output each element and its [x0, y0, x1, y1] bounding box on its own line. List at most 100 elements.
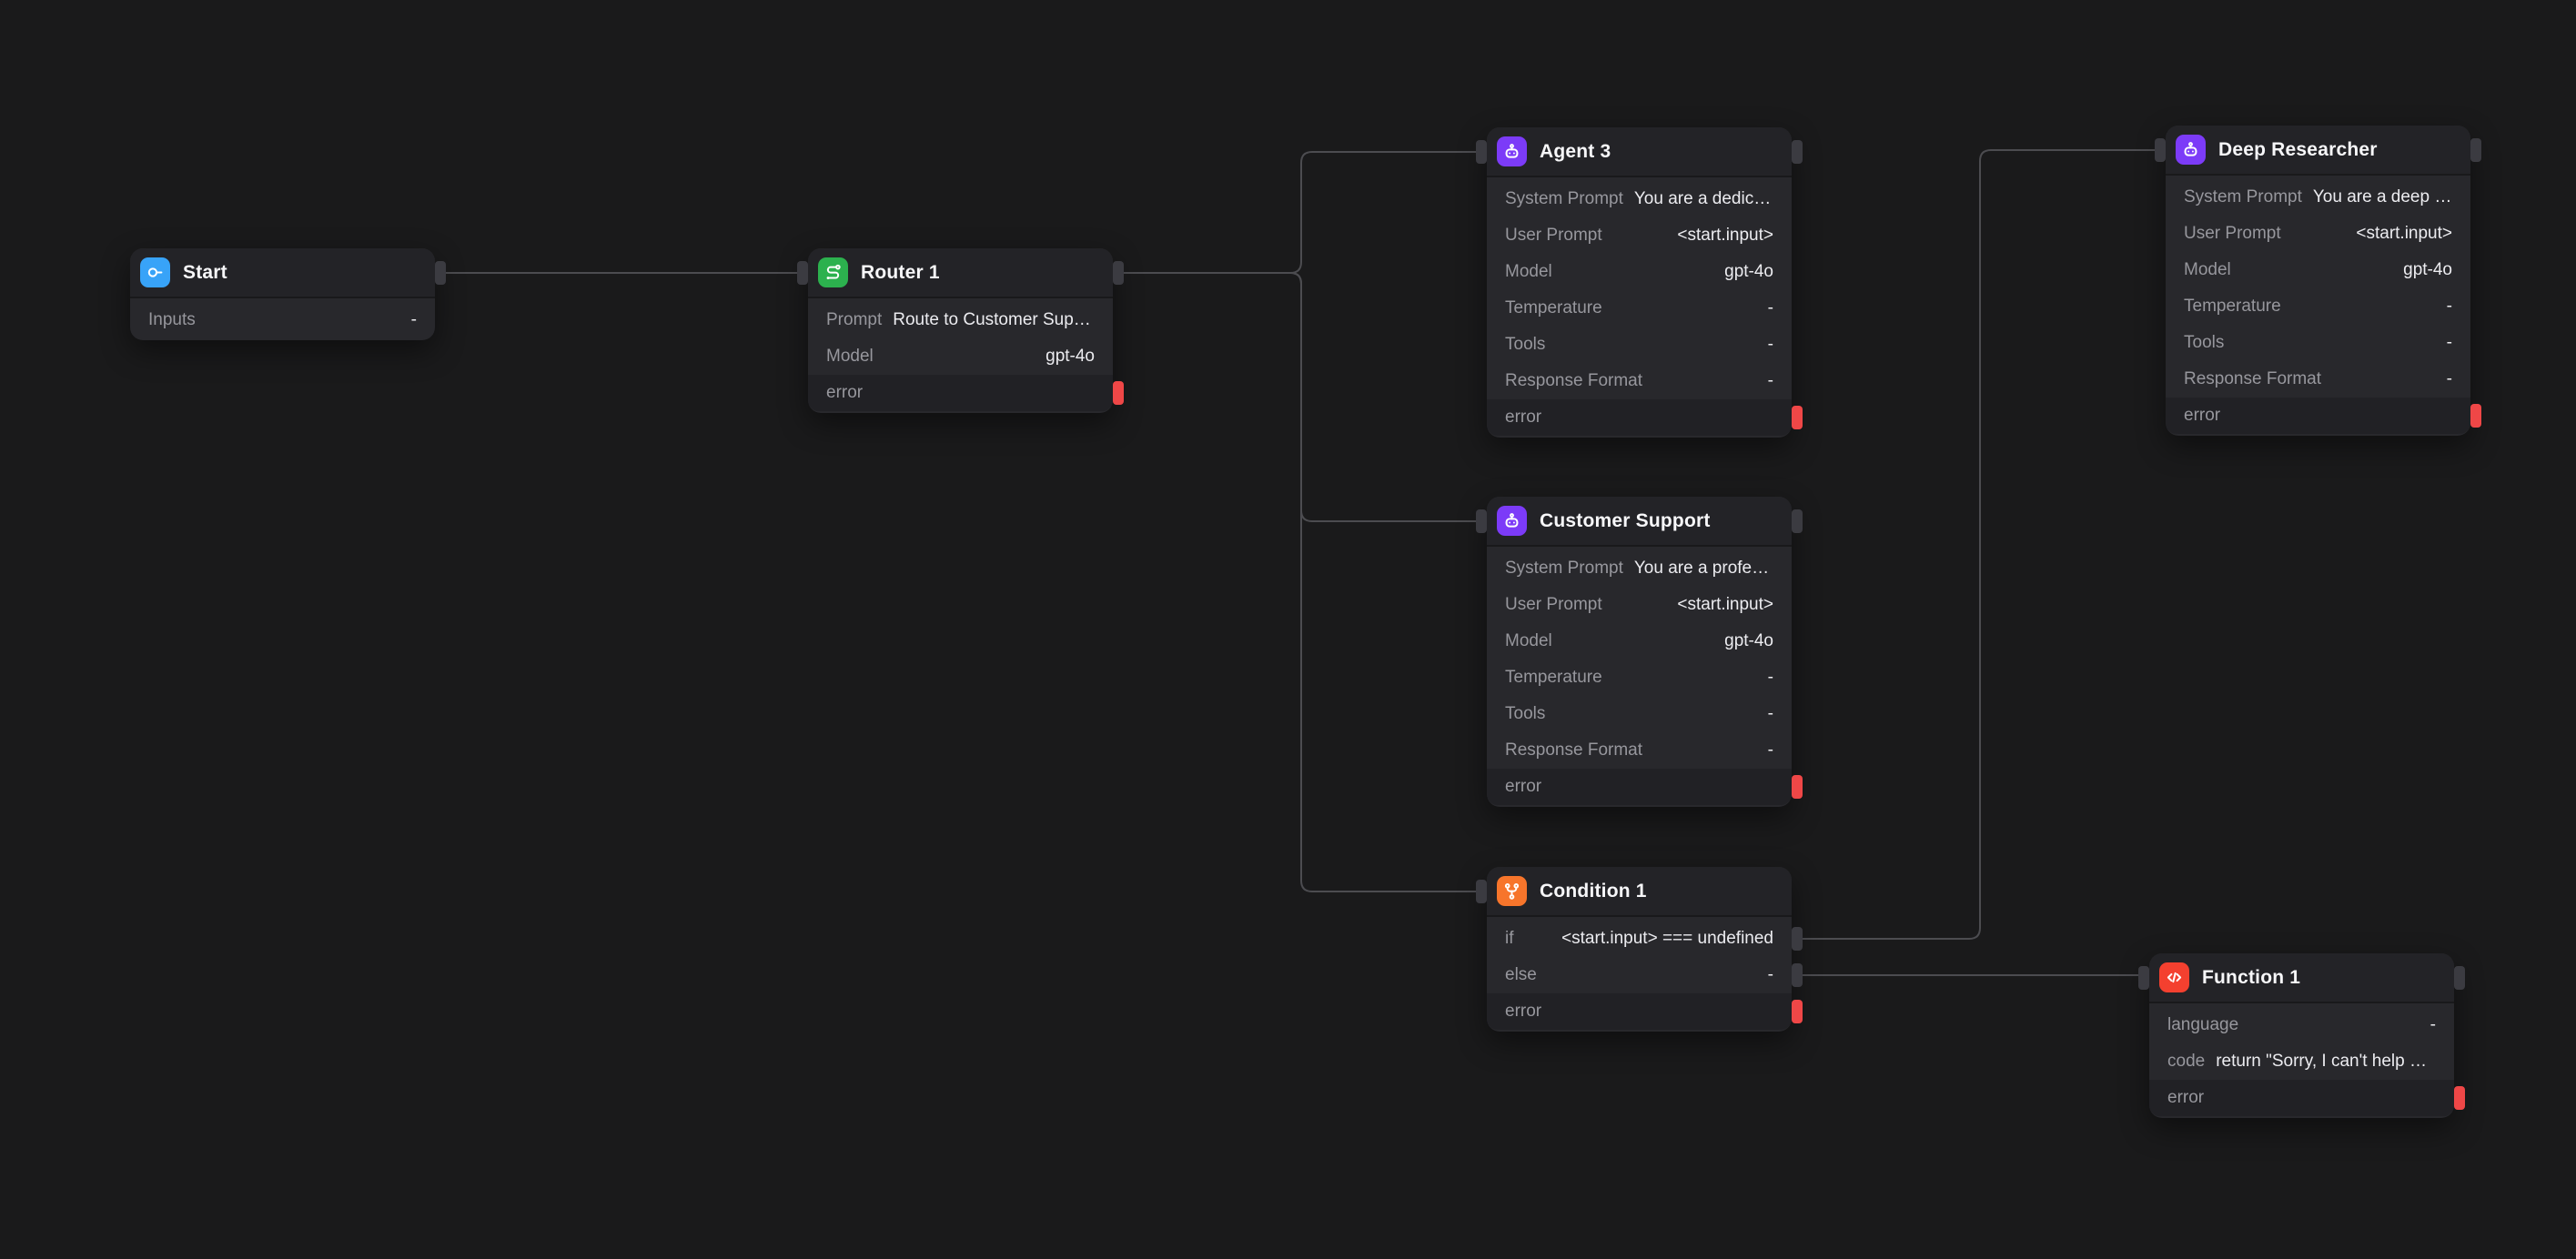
row-model[interactable]: Model gpt-4o [1487, 254, 1792, 290]
node-header-agent-3[interactable]: Agent 3 [1487, 127, 1792, 177]
row-value: gpt-4o [1046, 347, 1095, 367]
input-handle-condition-1[interactable] [1476, 880, 1487, 903]
error-handle-agent-3[interactable] [1792, 406, 1803, 429]
node-header-function-1[interactable]: Function 1 [2149, 953, 2454, 1003]
row-user-prompt[interactable]: User Prompt<start.input> [1487, 587, 1792, 623]
error-handle-deep-researcher[interactable] [2470, 404, 2481, 428]
node-agent-3[interactable]: Agent 3 System PromptYou are a dedicate..… [1487, 127, 1792, 438]
merge-icon [1497, 876, 1527, 906]
row-label: error [2184, 406, 2220, 426]
output-handle-function-1[interactable] [2454, 966, 2465, 990]
node-body-condition-1: if<start.input> === undefinedelse-error [1487, 917, 1792, 1032]
row-error[interactable]: error [1487, 399, 1792, 436]
row-prompt[interactable]: PromptRoute to Customer Suppo... [808, 302, 1113, 338]
edge-router-1-to-customer-support[interactable] [1124, 273, 1486, 521]
row-user-prompt[interactable]: User Prompt<start.input> [1487, 217, 1792, 254]
row-system-prompt[interactable]: System PromptYou are a dedicate... [1487, 181, 1792, 217]
error-handle-customer-support[interactable] [1792, 775, 1803, 799]
node-title: Router 1 [861, 262, 940, 284]
row-label: error [1505, 777, 1541, 797]
flow-canvas[interactable]: Start Inputs- Router 1 PromptRoute to Custo… [0, 0, 2576, 1259]
row-system-prompt[interactable]: System PromptYou are a deep res... [2166, 179, 2470, 216]
row-label: Response Format [1505, 740, 1642, 760]
row-tools[interactable]: Tools - [1487, 696, 1792, 732]
row-value: You are a deep res... [2313, 187, 2452, 207]
edge-condition-1-if-to-deep-researcher[interactable] [1803, 150, 2165, 939]
output-handle-start[interactable] [435, 261, 446, 285]
error-handle-router-1[interactable] [1113, 381, 1124, 405]
row-label: error [1505, 1002, 1541, 1022]
row-inputs[interactable]: Inputs- [130, 302, 435, 338]
node-header-condition-1[interactable]: Condition 1 [1487, 867, 1792, 917]
row-error[interactable]: error [1487, 993, 1792, 1030]
node-header-start[interactable]: Start [130, 248, 435, 298]
input-handle-agent-3[interactable] [1476, 140, 1487, 164]
row-temperature[interactable]: Temperature- [1487, 660, 1792, 696]
row-label: Model [2184, 260, 2231, 280]
row-label: Model [1505, 262, 1552, 282]
node-router-1[interactable]: Router 1 PromptRoute to Customer Suppo...… [808, 248, 1113, 413]
row-user-prompt[interactable]: User Prompt<start.input> [2166, 216, 2470, 252]
node-body-deep-researcher: System PromptYou are a deep res...User P… [2166, 176, 2470, 436]
row-label: User Prompt [1505, 595, 1602, 615]
row-response-format[interactable]: Response Format- [1487, 732, 1792, 769]
row-model[interactable]: Modelgpt-4o [1487, 623, 1792, 660]
row-label: Tools [1505, 704, 1545, 724]
input-handle-deep-researcher[interactable] [2155, 138, 2166, 162]
row-label: language [2167, 1015, 2238, 1035]
row-temperature[interactable]: Temperature- [2166, 288, 2470, 325]
input-handle-customer-support[interactable] [1476, 509, 1487, 533]
row-label: Temperature [1505, 668, 1602, 688]
row-code[interactable]: codereturn "Sorry, I can't help with ... [2149, 1043, 2454, 1080]
row-model[interactable]: Modelgpt-4o [808, 338, 1113, 375]
output-handle-condition-1-else[interactable] [1792, 963, 1803, 987]
row-value: gpt-4o [1724, 262, 1773, 282]
input-handle-router-1[interactable] [797, 261, 808, 285]
node-condition-1[interactable]: Condition 1if<start.input> === undefined… [1487, 867, 1792, 1032]
row-language[interactable]: language- [2149, 1007, 2454, 1043]
output-handle-agent-3[interactable] [1792, 140, 1803, 164]
row-temperature[interactable]: Temperature - [1487, 290, 1792, 327]
row-value: - [1768, 298, 1773, 318]
row-value: You are a dedicate... [1634, 189, 1773, 209]
row-error[interactable]: error [1487, 769, 1792, 805]
row-label: Temperature [1505, 298, 1602, 318]
row-if[interactable]: if<start.input> === undefined [1487, 921, 1792, 957]
output-handle-customer-support[interactable] [1792, 509, 1803, 533]
row-label: error [826, 383, 863, 403]
error-handle-function-1[interactable] [2454, 1086, 2465, 1110]
bot-icon [2176, 135, 2206, 165]
row-tools[interactable]: Tools- [2166, 325, 2470, 361]
row-label: Temperature [2184, 297, 2281, 317]
row-system-prompt[interactable]: System PromptYou are a professio... [1487, 550, 1792, 587]
row-label: error [2167, 1088, 2204, 1108]
node-header-deep-researcher[interactable]: Deep Researcher [2166, 126, 2470, 176]
output-handle-router-1[interactable] [1113, 261, 1124, 285]
error-handle-condition-1[interactable] [1792, 1000, 1803, 1023]
edge-router-1-to-agent-3[interactable] [1124, 152, 1486, 273]
output-handle-condition-1-if[interactable] [1792, 927, 1803, 951]
output-handle-deep-researcher[interactable] [2470, 138, 2481, 162]
node-customer-support[interactable]: Customer SupportSystem PromptYou are a p… [1487, 497, 1792, 807]
row-error[interactable]: error [2166, 398, 2470, 434]
row-label: Response Format [2184, 369, 2321, 389]
row-tools[interactable]: Tools- [1487, 327, 1792, 363]
node-function-1[interactable]: Function 1 language-codereturn "Sorry, I … [2149, 953, 2454, 1118]
node-start[interactable]: Start Inputs- [130, 248, 435, 340]
row-else[interactable]: else- [1487, 957, 1792, 993]
row-label: Model [1505, 631, 1552, 651]
row-response-format[interactable]: Response Format- [2166, 361, 2470, 398]
node-deep-researcher[interactable]: Deep ResearcherSystem PromptYou are a de… [2166, 126, 2470, 436]
code-icon [2159, 962, 2189, 992]
row-model[interactable]: Modelgpt-4o [2166, 252, 2470, 288]
node-body-start: Inputs- [130, 298, 435, 340]
row-error[interactable]: error [2149, 1080, 2454, 1116]
row-error[interactable]: error [808, 375, 1113, 411]
row-value: - [1768, 965, 1773, 985]
input-handle-function-1[interactable] [2138, 966, 2149, 990]
row-value: - [1768, 704, 1773, 724]
node-header-customer-support[interactable]: Customer Support [1487, 497, 1792, 547]
node-header-router-1[interactable]: Router 1 [808, 248, 1113, 298]
edge-router-1-to-condition-1[interactable] [1124, 273, 1486, 891]
row-response-format[interactable]: Response Format- [1487, 363, 1792, 399]
